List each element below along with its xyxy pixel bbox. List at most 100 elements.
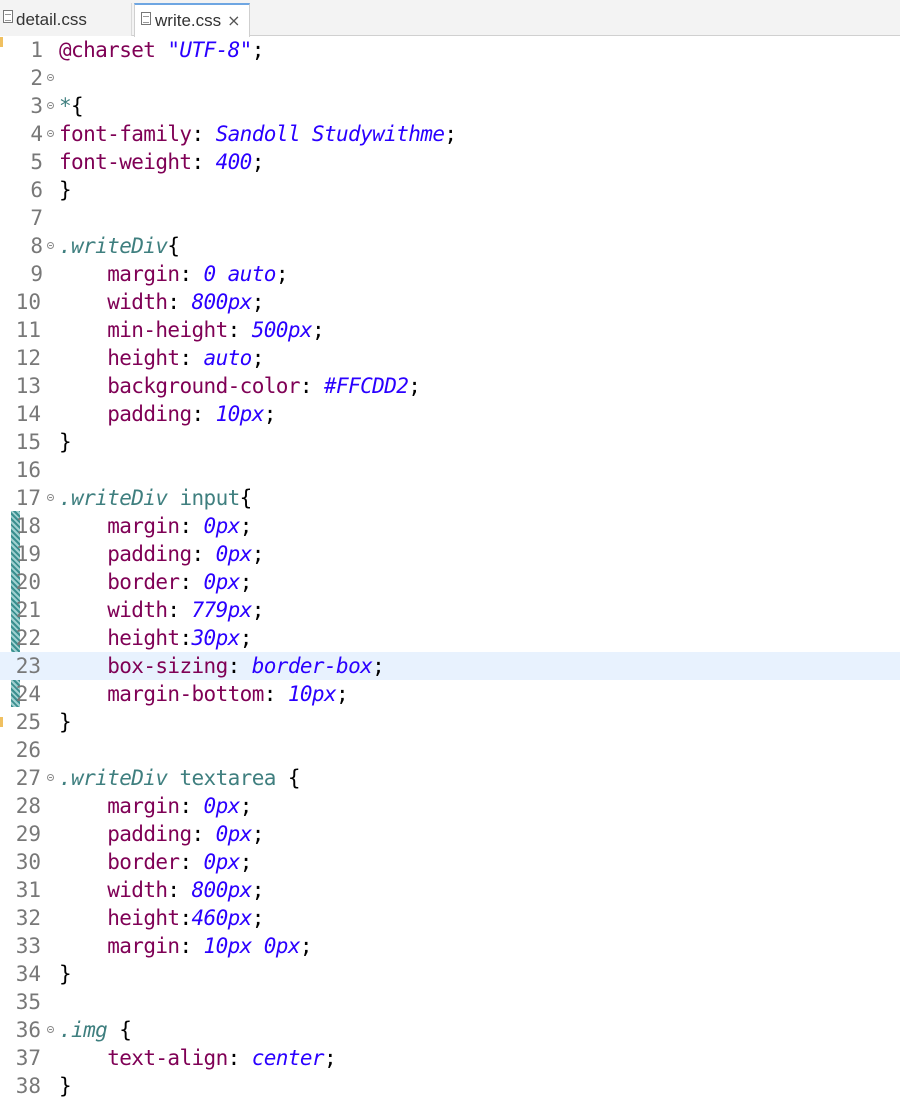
- code-line[interactable]: 24 margin-bottom: 10px;: [0, 680, 900, 708]
- code-token: }: [59, 1074, 72, 1098]
- code-line[interactable]: 26: [0, 736, 900, 764]
- code-token: ;: [239, 794, 253, 818]
- code-line[interactable]: 11 min-height: 500px;: [0, 316, 900, 344]
- code-editor[interactable]: 1 @charset "UTF-8"; 2 3 *{4 font-family: Sand…: [0, 36, 900, 1101]
- code-token: font-family: [59, 122, 192, 146]
- code-line[interactable]: 31 width: 800px;: [0, 876, 900, 904]
- code-token: :: [167, 598, 192, 622]
- code-line[interactable]: 16: [0, 456, 900, 484]
- code-token: :: [179, 794, 204, 818]
- code-line[interactable]: 30 border: 0px;: [0, 848, 900, 876]
- code-line[interactable]: 36 .img {: [0, 1016, 900, 1044]
- code-line[interactable]: 15}: [0, 428, 900, 456]
- tab-detail-css[interactable]: detail.css: [0, 3, 132, 36]
- code-line[interactable]: 33 margin: 10px 0px;: [0, 932, 900, 960]
- fold-toggle-icon[interactable]: [47, 242, 54, 249]
- code-token: .writeDiv: [59, 486, 168, 510]
- code-line[interactable]: 4 font-family: Sandoll Studywithme;: [0, 120, 900, 148]
- code-line[interactable]: 1 @charset "UTF-8";: [0, 36, 900, 64]
- code-line[interactable]: 7: [0, 204, 900, 232]
- code-token: 0px: [215, 822, 253, 846]
- code-text: min-height: 500px;: [59, 316, 324, 344]
- code-token: {: [275, 766, 301, 790]
- code-token: 0px: [203, 570, 241, 594]
- code-line[interactable]: 8 .writeDiv{: [0, 232, 900, 260]
- code-text: padding: 0px;: [59, 540, 264, 568]
- code-token: {: [107, 1018, 132, 1042]
- code-token: ;: [275, 262, 289, 286]
- code-token: border: [107, 570, 180, 594]
- code-token: ;: [251, 38, 265, 62]
- code-text: border: 0px;: [59, 848, 252, 876]
- code-line[interactable]: 6}: [0, 176, 900, 204]
- code-token: padding: [107, 822, 192, 846]
- code-text: margin: 0px;: [59, 792, 252, 820]
- code-line[interactable]: 35: [0, 988, 900, 1016]
- code-line[interactable]: 3 *{: [0, 92, 900, 120]
- code-line[interactable]: 21 width: 779px;: [0, 596, 900, 624]
- code-line[interactable]: 10 width: 800px;: [0, 288, 900, 316]
- code-line[interactable]: 37 text-align: center;: [0, 1044, 900, 1072]
- code-text: @charset "UTF-8";: [59, 36, 264, 64]
- code-line[interactable]: 28 margin: 0px;: [0, 792, 900, 820]
- code-line[interactable]: 5 font-weight: 400;: [0, 148, 900, 176]
- code-line[interactable]: 27 .writeDiv textarea {: [0, 764, 900, 792]
- code-line[interactable]: 13 background-color: #FFCDD2;: [0, 372, 900, 400]
- code-text: padding: 10px;: [59, 400, 276, 428]
- fold-toggle-icon[interactable]: [47, 1026, 54, 1033]
- code-token: ;: [251, 542, 265, 566]
- code-line[interactable]: 20 border: 0px;: [0, 568, 900, 596]
- code-token: {: [239, 486, 253, 510]
- code-line[interactable]: 32 height:460px;: [0, 904, 900, 932]
- code-token: background-color: [107, 374, 300, 398]
- code-token: :: [191, 402, 216, 426]
- code-line[interactable]: 14 padding: 10px;: [0, 400, 900, 428]
- code-text: font-family: Sandoll Studywithme;: [59, 120, 457, 148]
- code-token: 0px: [203, 514, 241, 538]
- code-token: }: [59, 710, 72, 734]
- code-token: width: [107, 290, 168, 314]
- code-line[interactable]: 22 height:30px;: [0, 624, 900, 652]
- code-line[interactable]: 2: [0, 64, 900, 92]
- code-line[interactable]: 17 .writeDiv input{: [0, 484, 900, 512]
- fold-toggle-icon[interactable]: [47, 774, 54, 781]
- code-token: input: [179, 486, 240, 510]
- code-text: height:460px;: [59, 904, 264, 932]
- code-token: .writeDiv: [59, 766, 168, 790]
- line-number: 17: [15, 486, 41, 510]
- fold-toggle-icon[interactable]: [47, 102, 54, 109]
- fold-toggle-icon[interactable]: [47, 130, 54, 137]
- code-line[interactable]: 38}: [0, 1072, 900, 1100]
- code-text: .img {: [59, 1016, 132, 1044]
- code-token: 800px: [191, 878, 253, 902]
- code-line[interactable]: 9 margin: 0 auto;: [0, 260, 900, 288]
- code-line[interactable]: 25}: [0, 708, 900, 736]
- line-number: 23: [15, 654, 41, 678]
- code-token: :: [191, 150, 216, 174]
- code-line[interactable]: 19 padding: 0px;: [0, 540, 900, 568]
- code-line[interactable]: 12 height: auto;: [0, 344, 900, 372]
- code-token: ;: [251, 598, 265, 622]
- tab-write-css[interactable]: write.css ×: [134, 3, 250, 37]
- code-line[interactable]: 18 margin: 0px;: [0, 512, 900, 540]
- code-line[interactable]: 29 padding: 0px;: [0, 820, 900, 848]
- css-file-icon: [141, 12, 151, 25]
- code-text: background-color: #FFCDD2;: [59, 372, 421, 400]
- fold-toggle-icon[interactable]: [47, 74, 54, 81]
- line-number: 38: [15, 1074, 41, 1098]
- code-token: :: [299, 374, 324, 398]
- code-line[interactable]: 34}: [0, 960, 900, 988]
- close-tab-icon[interactable]: ×: [227, 13, 240, 29]
- line-number: 32: [15, 906, 41, 930]
- code-token: :: [191, 822, 216, 846]
- code-text: width: 800px;: [59, 288, 264, 316]
- code-token: *: [59, 94, 72, 118]
- fold-toggle-icon[interactable]: [47, 494, 54, 501]
- code-token: 779px: [191, 598, 253, 622]
- code-token: :: [191, 122, 216, 146]
- code-line[interactable]: 23 box-sizing: border-box;: [0, 652, 900, 680]
